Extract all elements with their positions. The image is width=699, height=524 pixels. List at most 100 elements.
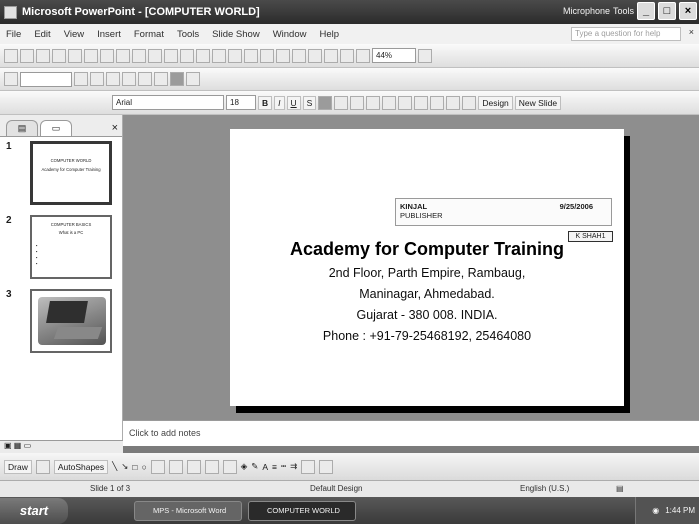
chart-icon[interactable] [244,48,258,63]
arrow-style-icon[interactable]: ⇉ [290,461,297,472]
reviewers-dropdown[interactable] [20,71,72,87]
decrease-font-icon[interactable] [414,95,429,110]
tables-borders-icon[interactable] [276,48,290,63]
reviewing-pane-icon[interactable] [186,72,200,86]
tab-outline[interactable]: ▤ [6,120,38,136]
menu-file[interactable]: File [6,29,21,40]
italic-button[interactable]: I [274,95,285,110]
microphone-button[interactable]: Microphone [563,6,610,16]
select-objects-icon[interactable] [35,459,50,474]
sorter-view-icon[interactable]: ▦ [14,441,22,450]
minimize-button[interactable]: _ [637,2,655,20]
numbering-icon[interactable] [366,95,381,110]
help-icon[interactable] [418,48,432,63]
align-left-icon[interactable] [318,95,333,110]
slide-thumbnail-2[interactable]: COMPUTER BASICS What is a PC ▪ ▪ ▪ ▪ [30,215,112,279]
undo-icon[interactable] [212,48,226,63]
draw-menu-button[interactable]: Draw [4,459,32,474]
diagram-icon[interactable] [186,459,201,474]
copy-icon[interactable] [164,48,178,63]
tab-slides[interactable]: ▭ [40,120,72,136]
comment-box[interactable]: KINJAL 9/25/2006 PUBLISHER [395,198,612,226]
oval-icon[interactable]: ○ [142,462,147,472]
next-item-icon[interactable] [90,72,104,86]
notes-pane[interactable]: Click to add notes [123,420,699,446]
menu-view[interactable]: View [64,29,84,40]
table-icon[interactable] [260,48,274,63]
start-button[interactable]: start [0,497,68,524]
dash-style-icon[interactable]: ┅ [281,461,286,472]
slide-thumbnail-1[interactable]: COMPUTER WORLD Academy for Computer Trai… [30,141,112,205]
zoom-select[interactable]: 44% [372,48,416,63]
new-slide-button[interactable]: New Slide [514,95,562,110]
align-right-icon[interactable] [350,95,365,110]
increase-indent-icon[interactable] [446,95,461,110]
maximize-button[interactable]: □ [658,2,676,20]
bold-button[interactable]: B [258,95,273,110]
bullets-icon[interactable] [382,95,397,110]
pane-close-icon[interactable]: × [112,120,118,136]
center-icon[interactable] [334,95,349,110]
font-color-icon[interactable] [462,95,477,110]
unapply-icon[interactable] [122,72,136,86]
format-painter-icon[interactable] [196,48,210,63]
line-style-icon[interactable]: ≡ [272,462,277,472]
menu-edit[interactable]: Edit [34,29,50,40]
research-icon[interactable] [132,48,146,63]
menu-insert[interactable]: Insert [97,29,121,40]
font-size-select[interactable]: 18 [226,95,256,110]
3d-style-icon[interactable] [319,459,334,474]
permission-icon[interactable] [52,48,66,63]
arrow-icon[interactable]: ↘ [121,461,128,472]
task-powerpoint[interactable]: COMPUTER WORLD [248,500,356,521]
grid-icon[interactable] [340,48,354,63]
tray-icon[interactable]: ◉ [652,506,659,515]
apply-icon[interactable] [106,72,120,86]
menu-format[interactable]: Format [134,29,164,40]
close-doc-icon[interactable]: × [689,27,694,37]
close-button[interactable]: × [679,2,697,20]
picture-icon[interactable] [222,459,237,474]
menu-help[interactable]: Help [319,29,339,40]
font-color-draw-icon[interactable]: A [262,462,268,472]
wordart-icon[interactable] [168,459,183,474]
new-icon[interactable] [4,48,18,63]
previous-item-icon[interactable] [74,72,88,86]
delete-comment-icon[interactable] [170,72,184,86]
slide[interactable]: KINJAL 9/25/2006 PUBLISHER K SHAH1 Acade… [230,129,624,406]
decrease-indent-icon[interactable] [430,95,445,110]
slideshow-view-icon[interactable]: ▭ [24,441,32,450]
paste-icon[interactable] [180,48,194,63]
email-icon[interactable] [68,48,82,63]
hyperlink-icon[interactable] [292,48,306,63]
menu-tools[interactable]: Tools [177,29,199,40]
font-name-select[interactable]: Arial [112,95,224,110]
task-word[interactable]: MPS - Microsoft Word [134,500,242,521]
color-grayscale-icon[interactable] [356,48,370,63]
save-icon[interactable] [36,48,50,63]
rectangle-icon[interactable]: □ [132,462,137,472]
underline-button[interactable]: U [286,95,301,110]
design-button[interactable]: Design [478,95,513,110]
markup-icon[interactable] [4,72,18,86]
shadow-button[interactable]: S [302,95,317,110]
insert-comment-icon[interactable] [138,72,152,86]
expand-all-icon[interactable] [308,48,322,63]
increase-font-icon[interactable] [398,95,413,110]
slide-title[interactable]: Academy for Computer Training [230,239,624,260]
textbox-icon[interactable] [150,459,165,474]
print-preview-icon[interactable] [100,48,114,63]
line-color-icon[interactable]: ✎ [251,461,258,472]
cut-icon[interactable] [148,48,162,63]
edit-comment-icon[interactable] [154,72,168,86]
spelling-icon[interactable] [116,48,130,63]
shadow-style-icon[interactable] [301,459,316,474]
redo-icon[interactable] [228,48,242,63]
print-icon[interactable] [84,48,98,63]
clipart-icon[interactable] [204,459,219,474]
ask-question-input[interactable]: Type a question for help [571,27,681,41]
autoshapes-button[interactable]: AutoShapes [53,459,109,474]
open-icon[interactable] [20,48,34,63]
fill-color-icon[interactable]: ◈ [241,461,248,472]
tools-button[interactable]: Tools [613,6,634,16]
